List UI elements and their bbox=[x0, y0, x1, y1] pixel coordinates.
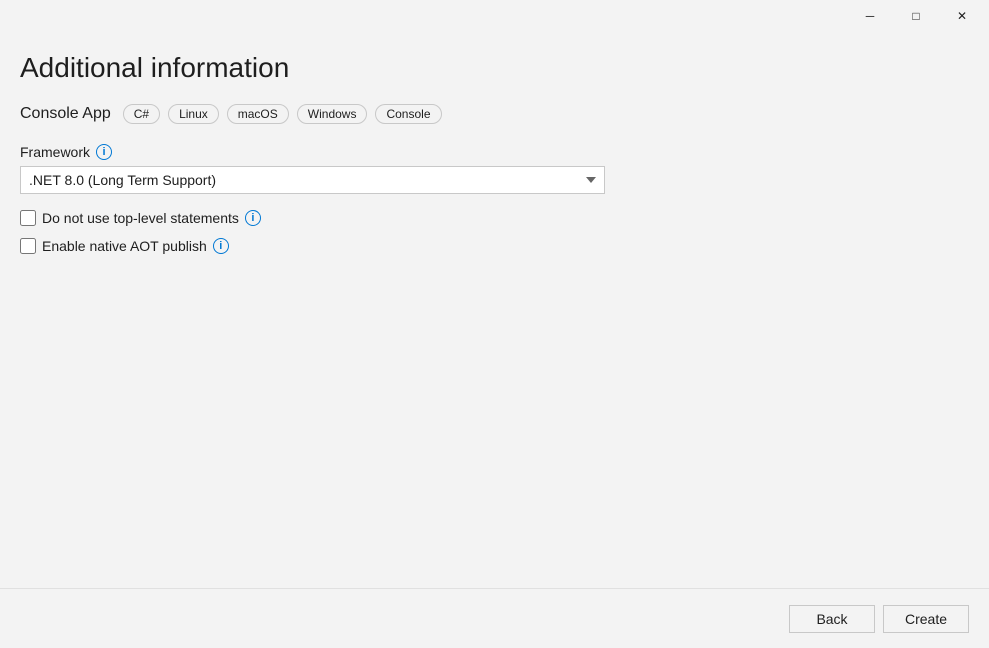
create-button[interactable]: Create bbox=[883, 605, 969, 633]
title-bar: ─ □ ✕ bbox=[0, 0, 989, 32]
native-aot-info-icon[interactable]: i bbox=[213, 238, 229, 254]
framework-select[interactable]: .NET 8.0 (Long Term Support) .NET 7.0 .N… bbox=[20, 166, 605, 194]
tag-csharp: C# bbox=[123, 104, 160, 124]
footer: Back Create bbox=[0, 588, 989, 648]
tag-windows: Windows bbox=[297, 104, 368, 124]
top-level-statements-label[interactable]: Do not use top-level statements bbox=[42, 210, 239, 226]
top-level-statements-row: Do not use top-level statements i bbox=[20, 210, 969, 226]
tag-macos: macOS bbox=[227, 104, 289, 124]
app-name: Console App bbox=[20, 105, 111, 123]
tag-linux: Linux bbox=[168, 104, 219, 124]
close-button[interactable]: ✕ bbox=[939, 0, 985, 32]
framework-info-icon[interactable]: i bbox=[96, 144, 112, 160]
app-name-row: Console App C# Linux macOS Windows Conso… bbox=[20, 104, 969, 124]
page-title: Additional information bbox=[20, 52, 969, 84]
maximize-button[interactable]: □ bbox=[893, 0, 939, 32]
tag-console: Console bbox=[375, 104, 441, 124]
top-level-statements-checkbox[interactable] bbox=[20, 210, 36, 226]
framework-label: Framework bbox=[20, 144, 90, 160]
minimize-button[interactable]: ─ bbox=[847, 0, 893, 32]
top-level-statements-info-icon[interactable]: i bbox=[245, 210, 261, 226]
framework-label-row: Framework i bbox=[20, 144, 969, 160]
back-button[interactable]: Back bbox=[789, 605, 875, 633]
native-aot-row: Enable native AOT publish i bbox=[20, 238, 969, 254]
main-content: Additional information Console App C# Li… bbox=[0, 32, 989, 648]
native-aot-label[interactable]: Enable native AOT publish bbox=[42, 238, 207, 254]
native-aot-checkbox[interactable] bbox=[20, 238, 36, 254]
framework-group: Framework i .NET 8.0 (Long Term Support)… bbox=[20, 144, 969, 194]
